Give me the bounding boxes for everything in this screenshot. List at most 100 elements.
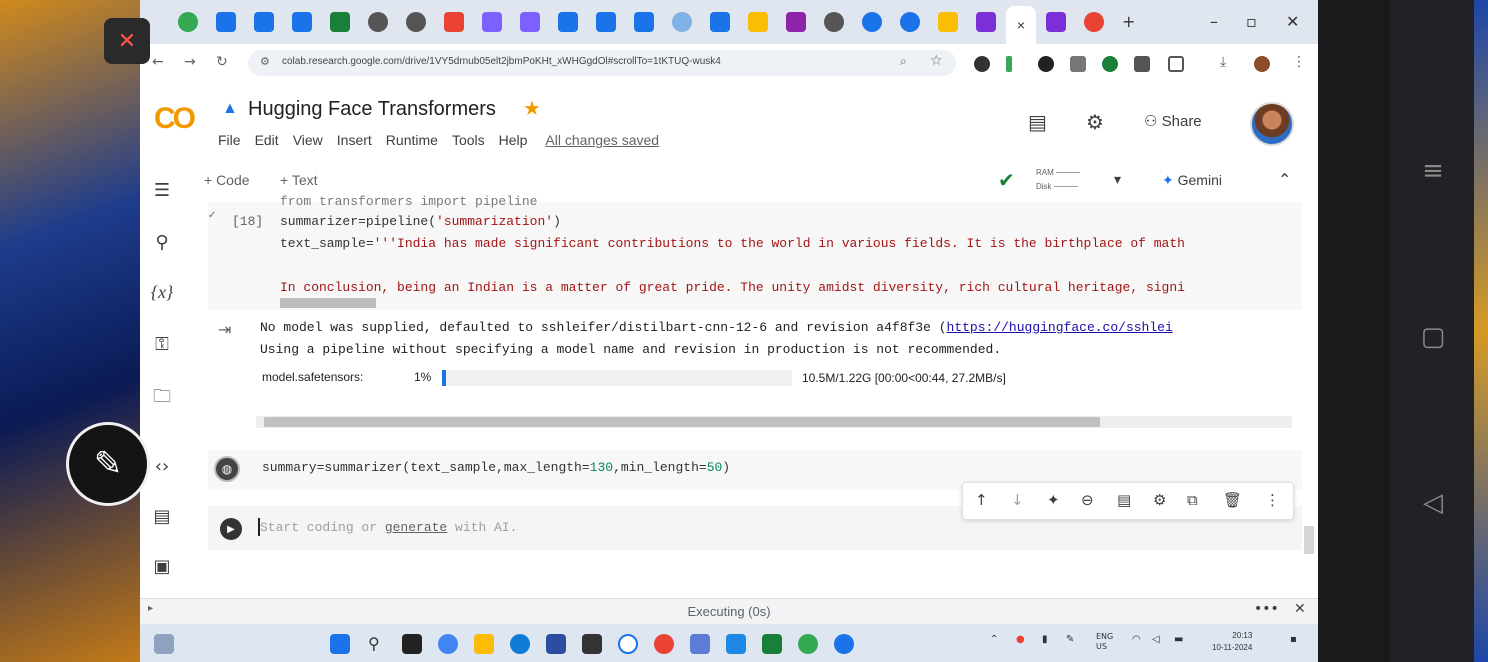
- menu-tools[interactable]: Tools: [452, 132, 485, 148]
- sparkle-icon[interactable]: ✦: [1047, 491, 1060, 509]
- gear-icon[interactable]: ⚙: [1153, 491, 1166, 509]
- dropbox-icon[interactable]: [582, 634, 602, 654]
- recent-apps-icon[interactable]: ≡: [1418, 156, 1448, 186]
- avatar[interactable]: [1250, 102, 1294, 146]
- terminal-icon[interactable]: ▣: [150, 556, 174, 577]
- save-status[interactable]: All changes saved: [545, 132, 659, 148]
- more-options-icon[interactable]: ⋮: [1265, 491, 1280, 509]
- forward-arrow-icon[interactable]: →: [184, 54, 196, 70]
- tab[interactable]: [938, 12, 958, 32]
- status-close[interactable]: ✕: [1294, 601, 1306, 617]
- file-explorer-icon[interactable]: [474, 634, 494, 654]
- tray-app-icon[interactable]: ▮: [1042, 634, 1048, 645]
- comment-icon[interactable]: ▤: [1117, 491, 1131, 509]
- tray-app-icon[interactable]: ✎: [1066, 634, 1074, 645]
- tab[interactable]: [786, 12, 806, 32]
- maximize-button[interactable]: ▫: [1246, 12, 1257, 31]
- widgets-icon[interactable]: [154, 634, 174, 654]
- tab[interactable]: [406, 12, 426, 32]
- comment-icon[interactable]: ▤: [1028, 110, 1047, 134]
- back-arrow-icon[interactable]: ←: [152, 54, 164, 70]
- move-up-icon[interactable]: ↑: [975, 491, 988, 509]
- download-icon[interactable]: ⤓: [1220, 54, 1226, 70]
- tab[interactable]: [444, 12, 464, 32]
- search-icon[interactable]: ⚲: [368, 634, 388, 654]
- menu-runtime[interactable]: Runtime: [386, 132, 438, 148]
- browser-menu-icon[interactable]: ⋮: [1292, 54, 1306, 70]
- extensions-puzzle-icon[interactable]: [1168, 56, 1184, 72]
- link-icon[interactable]: ⊖: [1081, 491, 1094, 509]
- menu-file[interactable]: File: [218, 132, 241, 148]
- tab[interactable]: [1084, 12, 1104, 32]
- minimize-button[interactable]: –: [1210, 12, 1218, 31]
- app-icon[interactable]: [546, 634, 566, 654]
- tab[interactable]: [672, 12, 692, 32]
- tab[interactable]: [216, 12, 236, 32]
- chrome-icon[interactable]: [798, 634, 818, 654]
- edge-icon[interactable]: [510, 634, 530, 654]
- scrollbar-thumb[interactable]: [264, 417, 1100, 427]
- cell-scrollbar[interactable]: [280, 298, 376, 308]
- notebook-scrollbar[interactable]: [1304, 526, 1314, 554]
- tab[interactable]: [862, 12, 882, 32]
- app-icon[interactable]: [834, 634, 854, 654]
- zoom-icon[interactable]: ⌕: [900, 54, 907, 69]
- menu-view[interactable]: View: [293, 132, 323, 148]
- collapse-header-icon[interactable]: ⌃: [1278, 170, 1291, 189]
- gemini-button[interactable]: ✦ Gemini: [1162, 172, 1222, 189]
- reload-icon[interactable]: ↻: [216, 54, 228, 70]
- language-indicator[interactable]: ENG US: [1096, 632, 1113, 652]
- close-tab-icon[interactable]: ×: [1017, 17, 1025, 33]
- battery-icon[interactable]: ▬: [1174, 634, 1183, 645]
- add-text-button[interactable]: + Text: [280, 172, 318, 188]
- tab[interactable]: [330, 12, 350, 32]
- tab[interactable]: [254, 12, 274, 32]
- tab[interactable]: [368, 12, 388, 32]
- volume-icon[interactable]: ◁: [1152, 634, 1160, 645]
- folder-icon[interactable]: 🗀: [150, 384, 174, 414]
- tab[interactable]: [900, 12, 920, 32]
- home-icon[interactable]: ▢: [1418, 322, 1448, 352]
- chrome-icon[interactable]: [654, 634, 674, 654]
- menu-insert[interactable]: Insert: [337, 132, 372, 148]
- app-icon[interactable]: [726, 634, 746, 654]
- gear-icon[interactable]: ⚙: [1086, 110, 1104, 134]
- tab[interactable]: [1046, 12, 1066, 32]
- tray-app-icon[interactable]: ●: [1016, 634, 1025, 645]
- resource-monitor[interactable]: RAM Disk: [1036, 166, 1081, 194]
- add-code-button[interactable]: + Code: [204, 172, 250, 188]
- tab[interactable]: [292, 12, 312, 32]
- play-icon[interactable]: ▶: [220, 518, 242, 540]
- url-field[interactable]: ⚙ colab.research.google.com/drive/1VY5dr…: [248, 50, 956, 76]
- app-icon[interactable]: [762, 634, 782, 654]
- menu-help[interactable]: Help: [499, 132, 528, 148]
- task-view-icon[interactable]: [402, 634, 422, 654]
- stop-execution-button[interactable]: ◍: [214, 456, 240, 482]
- code-icon[interactable]: ‹›: [150, 456, 174, 477]
- search-icon[interactable]: ⚲: [150, 232, 174, 253]
- runtime-dropdown-icon[interactable]: ▾: [1114, 172, 1121, 188]
- back-icon[interactable]: ◁: [1418, 488, 1448, 518]
- pencil-icon[interactable]: ✎: [66, 422, 150, 506]
- profile-icon[interactable]: [1254, 56, 1270, 72]
- code-cell[interactable]: ✓ [18] from transformers import pipeline…: [208, 194, 1302, 310]
- window-close-button[interactable]: ✕: [1286, 12, 1299, 31]
- tab[interactable]: [976, 12, 996, 32]
- status-text[interactable]: Executing (0s): [140, 604, 1318, 619]
- extension-icon[interactable]: [1038, 56, 1054, 72]
- tab[interactable]: [634, 12, 654, 32]
- tray-chevron-icon[interactable]: ⌃: [990, 634, 998, 645]
- output-scrollbar[interactable]: [256, 416, 1292, 428]
- bookmark-star-icon[interactable]: ☆: [930, 53, 943, 69]
- extension-icon[interactable]: [1070, 56, 1086, 72]
- mirror-cell-icon[interactable]: ⧉: [1187, 491, 1198, 509]
- tab[interactable]: [710, 12, 730, 32]
- delete-icon[interactable]: 🗑: [1223, 491, 1242, 509]
- tab[interactable]: [748, 12, 768, 32]
- extension-icon[interactable]: [1006, 56, 1012, 72]
- status-more[interactable]: •••: [1254, 601, 1279, 617]
- notebook-title[interactable]: Hugging Face Transformers: [248, 98, 496, 121]
- mic-off-icon[interactable]: ✕: [104, 18, 150, 64]
- command-palette-icon[interactable]: ▤: [150, 506, 174, 527]
- move-down-icon[interactable]: ↓: [1011, 491, 1024, 509]
